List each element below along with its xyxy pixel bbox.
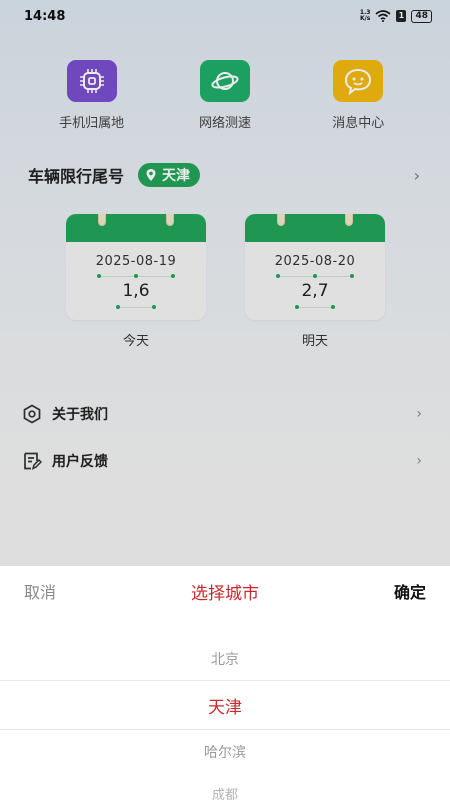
city-picker-wheel[interactable]: 北京 天津 哈尔滨 成都 (0, 616, 450, 800)
picker-selection-line (0, 680, 450, 681)
picker-option[interactable]: 哈尔滨 (0, 742, 450, 762)
picker-option[interactable]: 北京 (0, 649, 450, 669)
picker-option[interactable]: 成都 (0, 784, 450, 800)
confirm-button[interactable]: 确定 (394, 579, 426, 603)
picker-selection-line (0, 729, 450, 730)
cancel-button[interactable]: 取消 (24, 579, 56, 603)
picker-option-selected[interactable]: 天津 (0, 693, 450, 718)
picker-title: 选择城市 (191, 583, 259, 604)
picker-toolbar: 取消 选择城市 确定 (0, 566, 450, 616)
city-picker-sheet: 取消 选择城市 确定 北京 天津 哈尔滨 成都 (0, 566, 450, 800)
